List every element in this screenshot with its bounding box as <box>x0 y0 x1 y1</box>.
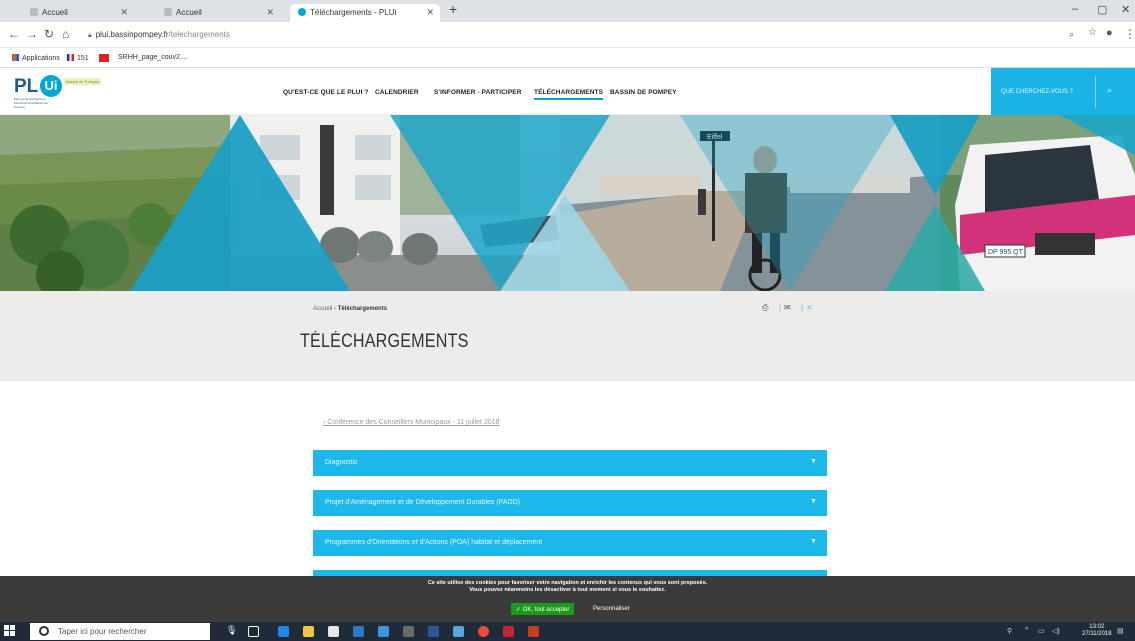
browser-tab[interactable]: Accueil ✕ <box>22 4 134 22</box>
reload-icon[interactable]: ↻ <box>44 27 54 41</box>
windows-start-icon[interactable] <box>4 625 18 639</box>
star-icon[interactable]: ☆ <box>1088 27 1097 38</box>
accordion-poa[interactable]: Programmes d'Orientations et d'Actions (… <box>313 530 827 556</box>
close-tab-icon[interactable]: ✕ <box>426 7 434 18</box>
share-icon[interactable]: < <box>807 303 812 312</box>
url-field[interactable]: 🔒︎ plui.bassinpompey.fr/telechargements <box>88 26 1088 43</box>
cookie-banner: Ce site utilise des cookies pour favoris… <box>0 576 1135 622</box>
bookmark-apps[interactable]: Applications <box>12 54 60 62</box>
nav-item-calendrier[interactable]: CALENDRIER <box>375 89 419 96</box>
cortana-icon <box>39 626 49 636</box>
site-header: PL Ui Bassin de Pompey Plan Local d'Urba… <box>0 68 1135 115</box>
print-icon[interactable]: ⎙ <box>762 303 768 313</box>
show-hidden-icon[interactable]: ^ <box>1025 627 1028 634</box>
tab-label: Accueil <box>176 8 202 17</box>
globe-icon <box>298 8 306 16</box>
apps-grid-icon <box>12 54 19 61</box>
windows-taskbar: Taper ici pour rechercher 🎙︎ ⚲ ^ ▭ ◁) 13… <box>0 622 1135 641</box>
breadcrumb-current: Téléchargements <box>337 306 388 312</box>
back-icon[interactable]: ← <box>8 27 20 41</box>
close-tab-icon[interactable]: ✕ <box>120 7 128 18</box>
bookmark-pdf-icon[interactable] <box>99 54 112 63</box>
browser-tab-strip: Accueil ✕ Accueil ✕ Téléchargements - PL… <box>0 0 1135 22</box>
favicon-icon <box>30 8 38 16</box>
tab-label: Téléchargements - PLUi <box>310 8 397 17</box>
site-search[interactable]: QUE CHERCHEZ-VOUS ? ⌕ <box>991 68 1135 115</box>
hero-banner: Eiffel DP 995 QT <box>0 115 1135 291</box>
bookmark-srhh[interactable]: SRHH_page_couv2.... <box>118 54 188 61</box>
plui-logo[interactable]: PL Ui Bassin de Pompey Plan Local d'Urba… <box>14 74 119 110</box>
breadcrumb-home[interactable]: Accueil <box>313 306 332 312</box>
notifications-icon[interactable]: ▤ <box>1117 627 1124 635</box>
close-tab-icon[interactable]: ✕ <box>266 7 274 18</box>
address-bar: ← → ↻ ⌂ 🔒︎ plui.bassinpompey.fr/telecharg… <box>0 22 1135 48</box>
customize-cookies-link[interactable]: Personnaliser <box>593 606 630 612</box>
breadcrumb: Accueil › Téléchargements <box>313 306 388 312</box>
task-view-icon[interactable] <box>248 626 259 637</box>
cookie-text-line2: Vous pouvez néanmoins les désactiver à t… <box>469 587 666 593</box>
browser-tab[interactable]: Accueil ✕ <box>156 4 280 22</box>
search-icon[interactable]: ⌕ <box>1107 85 1112 96</box>
browser-tab-active[interactable]: Téléchargements - PLUi ✕ <box>290 4 440 22</box>
chevron-down-icon: ▼ <box>810 458 817 465</box>
accordion-padd[interactable]: Projet d'Aménagement et de Développement… <box>313 490 827 516</box>
word-icon[interactable] <box>428 626 439 637</box>
clock[interactable]: 13:02 27/11/2018 <box>1082 624 1112 638</box>
bookmark-151[interactable]: 151 <box>67 54 89 62</box>
nav-item-quest-ce-que-le-plui[interactable]: QU'EST-CE QUE LE PLUI ? <box>283 89 368 96</box>
url-host: plui.bassinpompey.fr <box>95 30 169 39</box>
flag-icon <box>67 54 74 61</box>
nav-item-bassin-de-pompey[interactable]: BASSIN DE POMPEY <box>610 89 677 96</box>
page-header: Accueil › Téléchargements ⎙ | ✉ | < TÉLÉ… <box>0 291 1135 381</box>
app-icon[interactable] <box>378 626 389 637</box>
new-tab-button[interactable]: + <box>449 1 457 17</box>
forward-icon[interactable]: → <box>26 27 38 41</box>
taskbar-search-input[interactable]: Taper ici pour rechercher <box>30 623 210 640</box>
powerpoint-icon[interactable] <box>528 626 539 637</box>
shield-icon[interactable] <box>403 626 414 637</box>
file-explorer-icon[interactable] <box>303 626 314 637</box>
accordion-diagnostic[interactable]: Diagnostic ▼ <box>313 450 827 476</box>
acrobat-icon[interactable] <box>503 626 514 637</box>
zoom-icon[interactable]: ⌕ <box>1069 29 1074 40</box>
home-icon[interactable]: ⌂ <box>62 27 69 41</box>
url-path: /telechargements <box>168 30 230 39</box>
hero-collage: Eiffel DP 995 QT <box>0 115 1135 291</box>
chevron-down-icon: ▼ <box>810 538 817 545</box>
page-title: TÉLÉCHARGEMENTS <box>300 331 469 352</box>
edge-icon[interactable] <box>278 626 289 637</box>
nav-item-telechargements[interactable]: TÉLÉCHARGEMENTS <box>534 89 604 100</box>
conference-link[interactable]: › Conférence des Conseillers Municipaux … <box>323 419 500 426</box>
microphone-icon[interactable]: 🎙︎ <box>226 625 237 636</box>
nav-item-sinformer-participer[interactable]: S'INFORMER - PARTICIPER <box>434 89 522 96</box>
close-window-icon[interactable]: ✕ <box>1121 3 1130 16</box>
lock-icon: 🔒︎ <box>88 32 92 39</box>
people-icon[interactable]: ⚲ <box>1007 627 1012 635</box>
accept-cookies-button[interactable]: ✓ OK, tout accepter <box>511 603 575 615</box>
skype-icon[interactable] <box>453 626 464 637</box>
tab-label: Accueil <box>42 8 68 17</box>
bassin-pompey-badge: Bassin de Pompey <box>64 78 102 85</box>
favicon-icon <box>164 8 172 16</box>
minimize-icon[interactable]: – <box>1072 3 1078 15</box>
cookie-text-line1: Ce site utilise des cookies pour favoris… <box>427 580 708 586</box>
store-icon[interactable] <box>328 626 339 637</box>
photos-icon[interactable] <box>353 626 364 637</box>
chevron-down-icon: ▼ <box>810 498 817 505</box>
network-icon[interactable]: ▭ <box>1038 627 1045 635</box>
profile-icon[interactable]: ● <box>1106 27 1113 39</box>
chrome-icon[interactable] <box>478 626 489 637</box>
license-plate-text: DP 995 QT <box>988 249 1024 256</box>
bookmarks-bar: Applications 151 SRHH_page_couv2.... <box>0 48 1135 68</box>
logo-subtitle: Plan Local d'Urbanisme intercommunal Bas… <box>14 97 48 109</box>
search-label: QUE CHERCHEZ-VOUS ? <box>1001 89 1074 95</box>
restore-icon[interactable]: ▢ <box>1097 3 1107 16</box>
email-icon[interactable]: ✉ <box>784 303 791 312</box>
menu-dots-icon[interactable]: ⋮ <box>1124 27 1135 41</box>
volume-icon[interactable]: ◁) <box>1052 627 1060 635</box>
